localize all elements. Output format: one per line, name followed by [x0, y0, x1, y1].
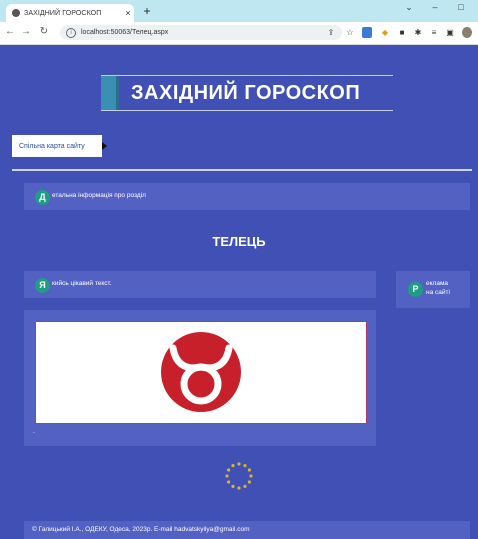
minimize-button[interactable]: –	[424, 2, 446, 12]
ads-line-1: еклама	[426, 280, 449, 287]
extension-square-icon[interactable]: ■	[397, 27, 407, 38]
side-panel-icon[interactable]: ▣	[445, 27, 455, 38]
browser-tab[interactable]: ЗАХІДНИЙ ГОРОСКОП ×	[6, 4, 134, 22]
header-divider	[12, 169, 472, 171]
forward-arrow-icon[interactable]: →	[20, 26, 32, 37]
section-info-panel: Д етальна інформація про розділ	[24, 183, 470, 210]
extension-yellow-icon[interactable]: ◆	[380, 27, 390, 38]
maximize-button[interactable]: □	[450, 2, 472, 12]
new-tab-button[interactable]: +	[140, 4, 154, 18]
page-title: ТЕЛЕЦЬ	[212, 234, 266, 249]
footer-panel: © Галицький І.А., ОДЕКУ, Одеса, 2023р. E…	[24, 521, 470, 539]
site-logo: ЗАХІДНИЙ ГОРОСКОП	[101, 75, 393, 111]
section-info-badge: Д	[35, 190, 50, 205]
sitemap-label: Спільна карта сайту	[19, 142, 85, 150]
page-content: ЗАХІДНИЙ ГОРОСКОП Спільна карта сайту Д …	[0, 45, 478, 539]
tab-title: ЗАХІДНИЙ ГОРОСКОП	[24, 9, 102, 17]
image-caption: .	[33, 428, 35, 435]
url-field[interactable]: i localhost:50063/Телец.aspx	[60, 25, 342, 40]
sitemap-menu-button[interactable]: Спільна карта сайту	[12, 135, 107, 157]
browser-tab-bar: ЗАХІДНИЙ ГОРОСКОП × + ⌄ – □	[0, 0, 478, 22]
content-badge: Я	[35, 278, 50, 293]
tab-close-icon[interactable]: ×	[122, 8, 134, 18]
taurus-sign-icon	[161, 332, 241, 412]
extension-blue-icon[interactable]	[362, 27, 372, 38]
section-info-text: етальна інформація про розділ	[52, 192, 146, 199]
zodiac-wheel-icon	[225, 462, 253, 490]
logo-accent-bar	[101, 76, 119, 110]
share-icon[interactable]: ⇪	[326, 27, 336, 38]
menu-arrow-icon	[102, 142, 107, 150]
content-text: кийсь цікавий текст.	[52, 280, 112, 287]
ads-line-2: на сайті	[426, 289, 450, 296]
profile-avatar[interactable]	[462, 27, 472, 38]
logo-title: ЗАХІДНИЙ ГОРОСКОП	[131, 82, 361, 104]
site-info-icon[interactable]: i	[66, 27, 76, 38]
content-text-panel: Я кийсь цікавий текст.	[24, 271, 376, 298]
reload-icon[interactable]: ↻	[38, 26, 50, 37]
footer-copyright: © Галицький І.А., ОДЕКУ, Одеса, 2023р. E…	[32, 526, 250, 533]
reading-list-icon[interactable]: ≡	[429, 27, 439, 38]
url-text: localhost:50063/Телец.aspx	[81, 29, 169, 36]
ads-badge: Р	[408, 282, 423, 297]
bookmark-star-icon[interactable]: ☆	[345, 27, 355, 38]
tab-search-icon[interactable]: ⌄	[398, 2, 420, 13]
address-bar-row: ← → ↻ i localhost:50063/Телец.aspx ⇪ ☆ ◆…	[0, 22, 478, 45]
ads-panel: Р еклама на сайті	[396, 271, 470, 308]
extensions-puzzle-icon[interactable]: ✱	[413, 27, 423, 38]
back-arrow-icon[interactable]: ←	[4, 26, 16, 37]
favicon-icon	[12, 9, 20, 17]
taurus-image	[35, 321, 367, 424]
